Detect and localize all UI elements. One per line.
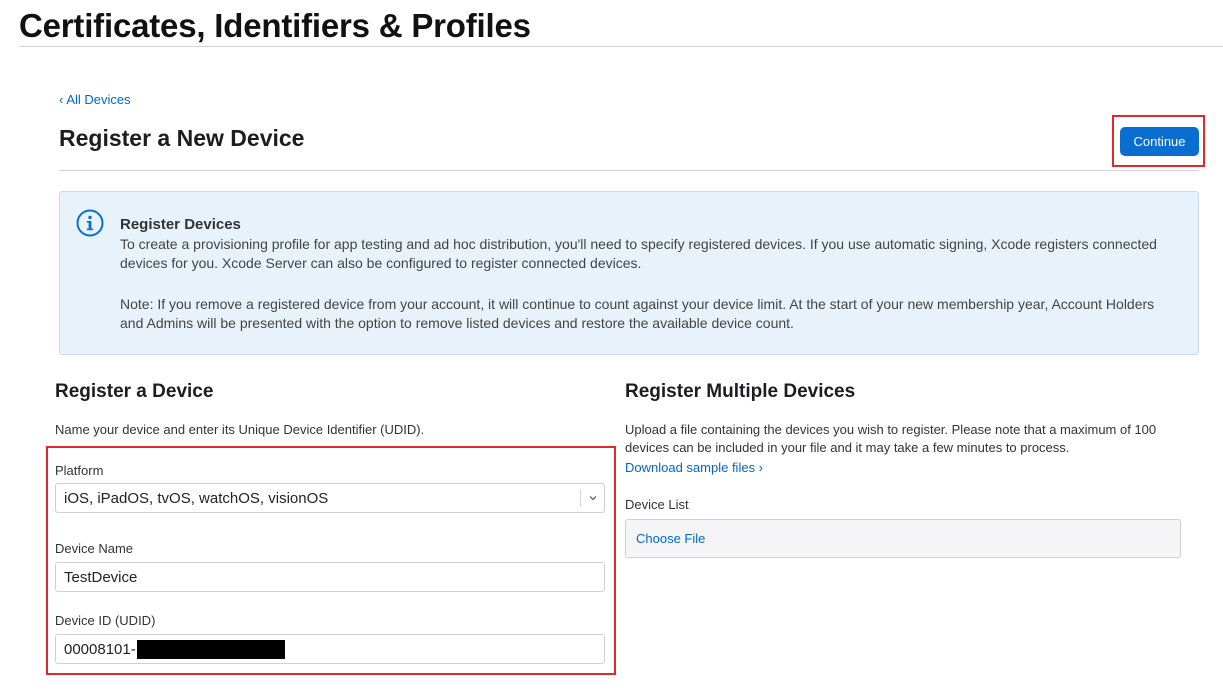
- info-icon: [76, 209, 104, 237]
- info-paragraph: To create a provisioning profile for app…: [120, 236, 1157, 271]
- register-device-section: Register a Device Name your device and e…: [55, 380, 615, 437]
- platform-select[interactable]: iOS, iPadOS, tvOS, watchOS, visionOS: [55, 483, 605, 513]
- device-id-label: Device ID (UDID): [55, 613, 156, 628]
- register-multiple-title: Register Multiple Devices: [625, 381, 856, 402]
- chevron-left-icon: ‹: [59, 92, 64, 107]
- redaction-bar: [137, 640, 285, 659]
- choose-file-button[interactable]: Choose File: [636, 531, 705, 546]
- continue-button[interactable]: Continue: [1120, 127, 1199, 156]
- info-panel: Register Devices To create a provisionin…: [59, 191, 1199, 355]
- device-name-label: Device Name: [55, 541, 134, 556]
- header-title: Certificates, Identifiers & Profiles: [19, 7, 531, 44]
- register-multiple-section: Register Multiple Devices Upload a file …: [625, 380, 1185, 475]
- page-title: Register a New Device: [59, 125, 305, 151]
- device-name-input[interactable]: [55, 562, 605, 592]
- page: Certificates, Identifiers & Profiles ‹ Al…: [0, 0, 1223, 693]
- back-to-all-devices-link[interactable]: ‹ All Devices: [59, 92, 131, 108]
- platform-selected-value: iOS, iPadOS, tvOS, watchOS, visionOS: [64, 490, 329, 507]
- device-list-label: Device List: [625, 497, 689, 512]
- header-divider: [19, 46, 1223, 47]
- device-list-file-input[interactable]: Choose File: [625, 519, 1181, 558]
- info-note-paragraph: Note: If you remove a registered device …: [120, 296, 1155, 331]
- register-device-title: Register a Device: [55, 381, 214, 402]
- register-device-description: Name your device and enter its Unique De…: [55, 422, 425, 437]
- title-divider: [59, 170, 1199, 171]
- info-title: Register Devices: [120, 216, 241, 233]
- chevron-down-icon: [589, 496, 597, 501]
- register-multiple-description: Upload a file containing the devices you…: [625, 422, 1157, 455]
- select-divider: [580, 489, 581, 507]
- platform-label: Platform: [55, 463, 104, 478]
- download-sample-files-link[interactable]: Download sample files ›: [625, 459, 763, 477]
- back-link-label: All Devices: [66, 92, 131, 107]
